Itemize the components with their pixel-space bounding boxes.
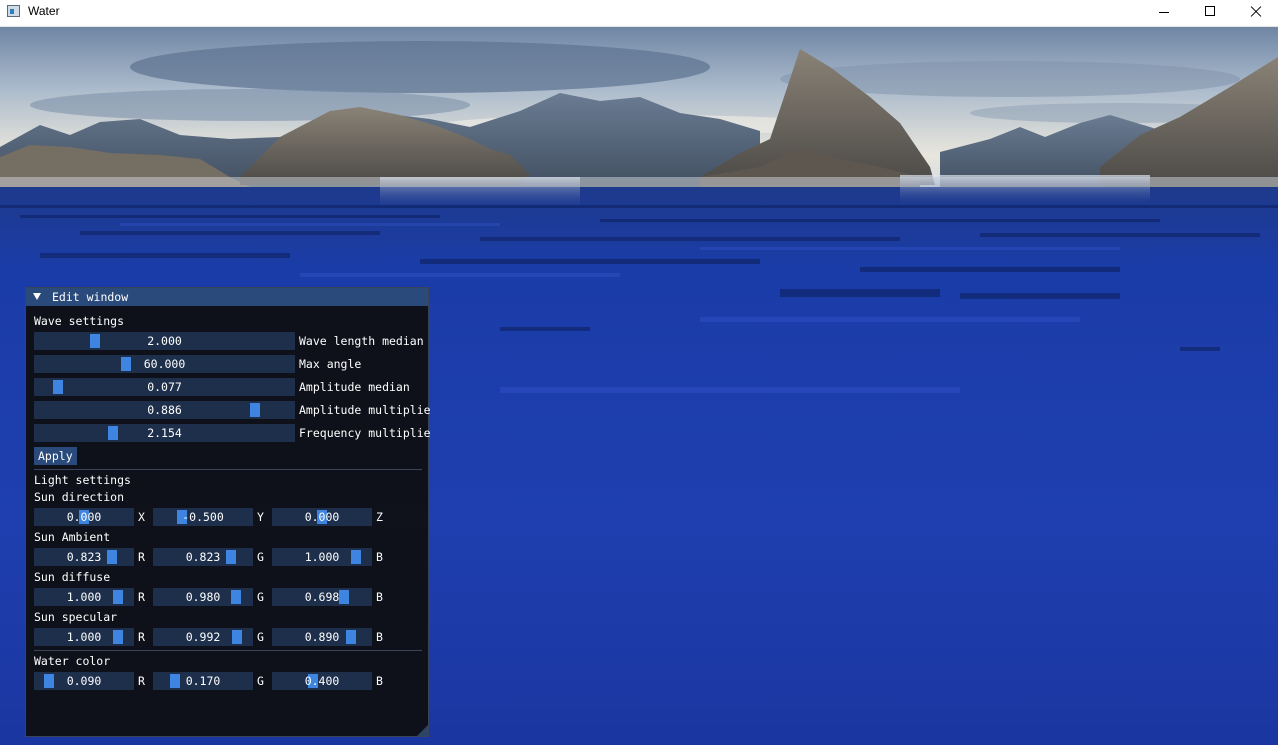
sun-ambient-label: Sun Ambient — [34, 530, 111, 544]
slider-value: 0.077 — [147, 380, 182, 394]
slider-grab[interactable] — [177, 510, 187, 524]
slider-grab[interactable] — [232, 630, 242, 644]
axis-label-r: R — [138, 550, 145, 564]
slider-value: 2.000 — [147, 334, 182, 348]
sun-direction-x-slider[interactable]: 0.000 — [34, 508, 134, 526]
slider-grab[interactable] — [113, 630, 123, 644]
axis-label-y: Y — [257, 510, 264, 524]
slider-value: 0.170 — [185, 674, 221, 688]
amplitude-median-label: Amplitude median — [299, 380, 410, 394]
wave-settings-header: Wave settings — [34, 314, 125, 328]
collapse-triangle-icon[interactable] — [33, 293, 41, 300]
slider-value: 60.000 — [143, 357, 186, 371]
slider-grab[interactable] — [53, 380, 63, 394]
window-titlebar: Water — [0, 0, 1278, 27]
slider-grab[interactable] — [170, 674, 180, 688]
frequency-multiplier-slider[interactable]: 2.154 — [34, 424, 295, 442]
sun-diffuse-g-slider[interactable]: 0.980 — [153, 588, 253, 606]
sun-direction-label: Sun direction — [34, 490, 125, 504]
sun-diffuse-b-slider[interactable]: 0.698 — [272, 588, 372, 606]
light-settings-header: Light settings — [34, 473, 131, 487]
edit-window-title: Edit window — [52, 290, 129, 304]
axis-label-z: Z — [376, 510, 383, 524]
slider-value: 0.823 — [185, 550, 221, 564]
minimize-icon[interactable] — [1140, 0, 1186, 26]
edit-window: Edit window Wave settings 2.000 Wave len… — [25, 287, 431, 737]
slider-grab[interactable] — [79, 510, 89, 524]
close-icon[interactable] — [1232, 0, 1278, 26]
resize-grip-icon[interactable] — [417, 725, 428, 736]
slider-value: 0.823 — [66, 550, 102, 564]
sun-diffuse-label: Sun diffuse — [34, 570, 111, 584]
apply-button-label: Apply — [38, 449, 73, 463]
sun-diffuse-r-slider[interactable]: 1.000 — [34, 588, 134, 606]
water-color-g-slider[interactable]: 0.170 — [153, 672, 253, 690]
slider-grab[interactable] — [107, 550, 117, 564]
wave-length-median-slider[interactable]: 2.000 — [34, 332, 295, 350]
slider-grab[interactable] — [44, 674, 54, 688]
slider-value: 0.400 — [304, 674, 340, 688]
window-title: Water — [28, 4, 60, 18]
separator — [34, 469, 422, 470]
slider-value: -0.500 — [182, 510, 224, 524]
slider-grab[interactable] — [231, 590, 241, 604]
max-angle-slider[interactable]: 60.000 — [34, 355, 295, 373]
axis-label-r: R — [138, 590, 145, 604]
slider-grab[interactable] — [346, 630, 356, 644]
app-window-icon — [7, 5, 20, 17]
slider-grab[interactable] — [226, 550, 236, 564]
frequency-multiplier-label: Frequency multiplie — [299, 426, 431, 440]
edit-window-titlebar[interactable]: Edit window — [26, 288, 428, 306]
axis-label-x: X — [138, 510, 145, 524]
amplitude-multiplier-label: Amplitude multiplie — [299, 403, 431, 417]
sun-ambient-b-slider[interactable]: 1.000 — [272, 548, 372, 566]
slider-value: 2.154 — [147, 426, 182, 440]
axis-label-b: B — [376, 630, 383, 644]
axis-label-g: G — [257, 674, 264, 688]
sun-ambient-r-slider[interactable]: 0.823 — [34, 548, 134, 566]
sun-specular-g-slider[interactable]: 0.992 — [153, 628, 253, 646]
axis-label-g: G — [257, 550, 264, 564]
water-color-b-slider[interactable]: 0.400 — [272, 672, 372, 690]
slider-value: 0.698 — [304, 590, 340, 604]
amplitude-multiplier-slider[interactable]: 0.886 — [34, 401, 295, 419]
axis-label-b: B — [376, 550, 383, 564]
slider-grab[interactable] — [351, 550, 361, 564]
slider-grab[interactable] — [308, 674, 318, 688]
water-color-header: Water color — [34, 654, 111, 668]
sun-specular-r-slider[interactable]: 1.000 — [34, 628, 134, 646]
sun-direction-y-slider[interactable]: -0.500 — [153, 508, 253, 526]
slider-value: 0.890 — [304, 630, 340, 644]
amplitude-median-slider[interactable]: 0.077 — [34, 378, 295, 396]
axis-label-g: G — [257, 590, 264, 604]
slider-grab[interactable] — [121, 357, 131, 371]
axis-label-b: B — [376, 590, 383, 604]
slider-grab[interactable] — [113, 590, 123, 604]
apply-button[interactable]: Apply — [34, 447, 77, 465]
axis-label-g: G — [257, 630, 264, 644]
slider-grab[interactable] — [90, 334, 100, 348]
separator — [34, 650, 422, 651]
water-color-r-slider[interactable]: 0.090 — [34, 672, 134, 690]
sun-direction-z-slider[interactable]: 0.000 — [272, 508, 372, 526]
maximize-icon[interactable] — [1186, 0, 1232, 26]
axis-label-r: R — [138, 630, 145, 644]
axis-label-b: B — [376, 674, 383, 688]
wave-length-median-label: Wave length median — [299, 334, 424, 348]
slider-grab[interactable] — [108, 426, 118, 440]
max-angle-label: Max angle — [299, 357, 362, 371]
slider-grab[interactable] — [339, 590, 349, 604]
sun-specular-b-slider[interactable]: 0.890 — [272, 628, 372, 646]
axis-label-r: R — [138, 674, 145, 688]
sun-specular-label: Sun specular — [34, 610, 118, 624]
slider-grab[interactable] — [250, 403, 260, 417]
slider-grab[interactable] — [317, 510, 327, 524]
sun-ambient-g-slider[interactable]: 0.823 — [153, 548, 253, 566]
